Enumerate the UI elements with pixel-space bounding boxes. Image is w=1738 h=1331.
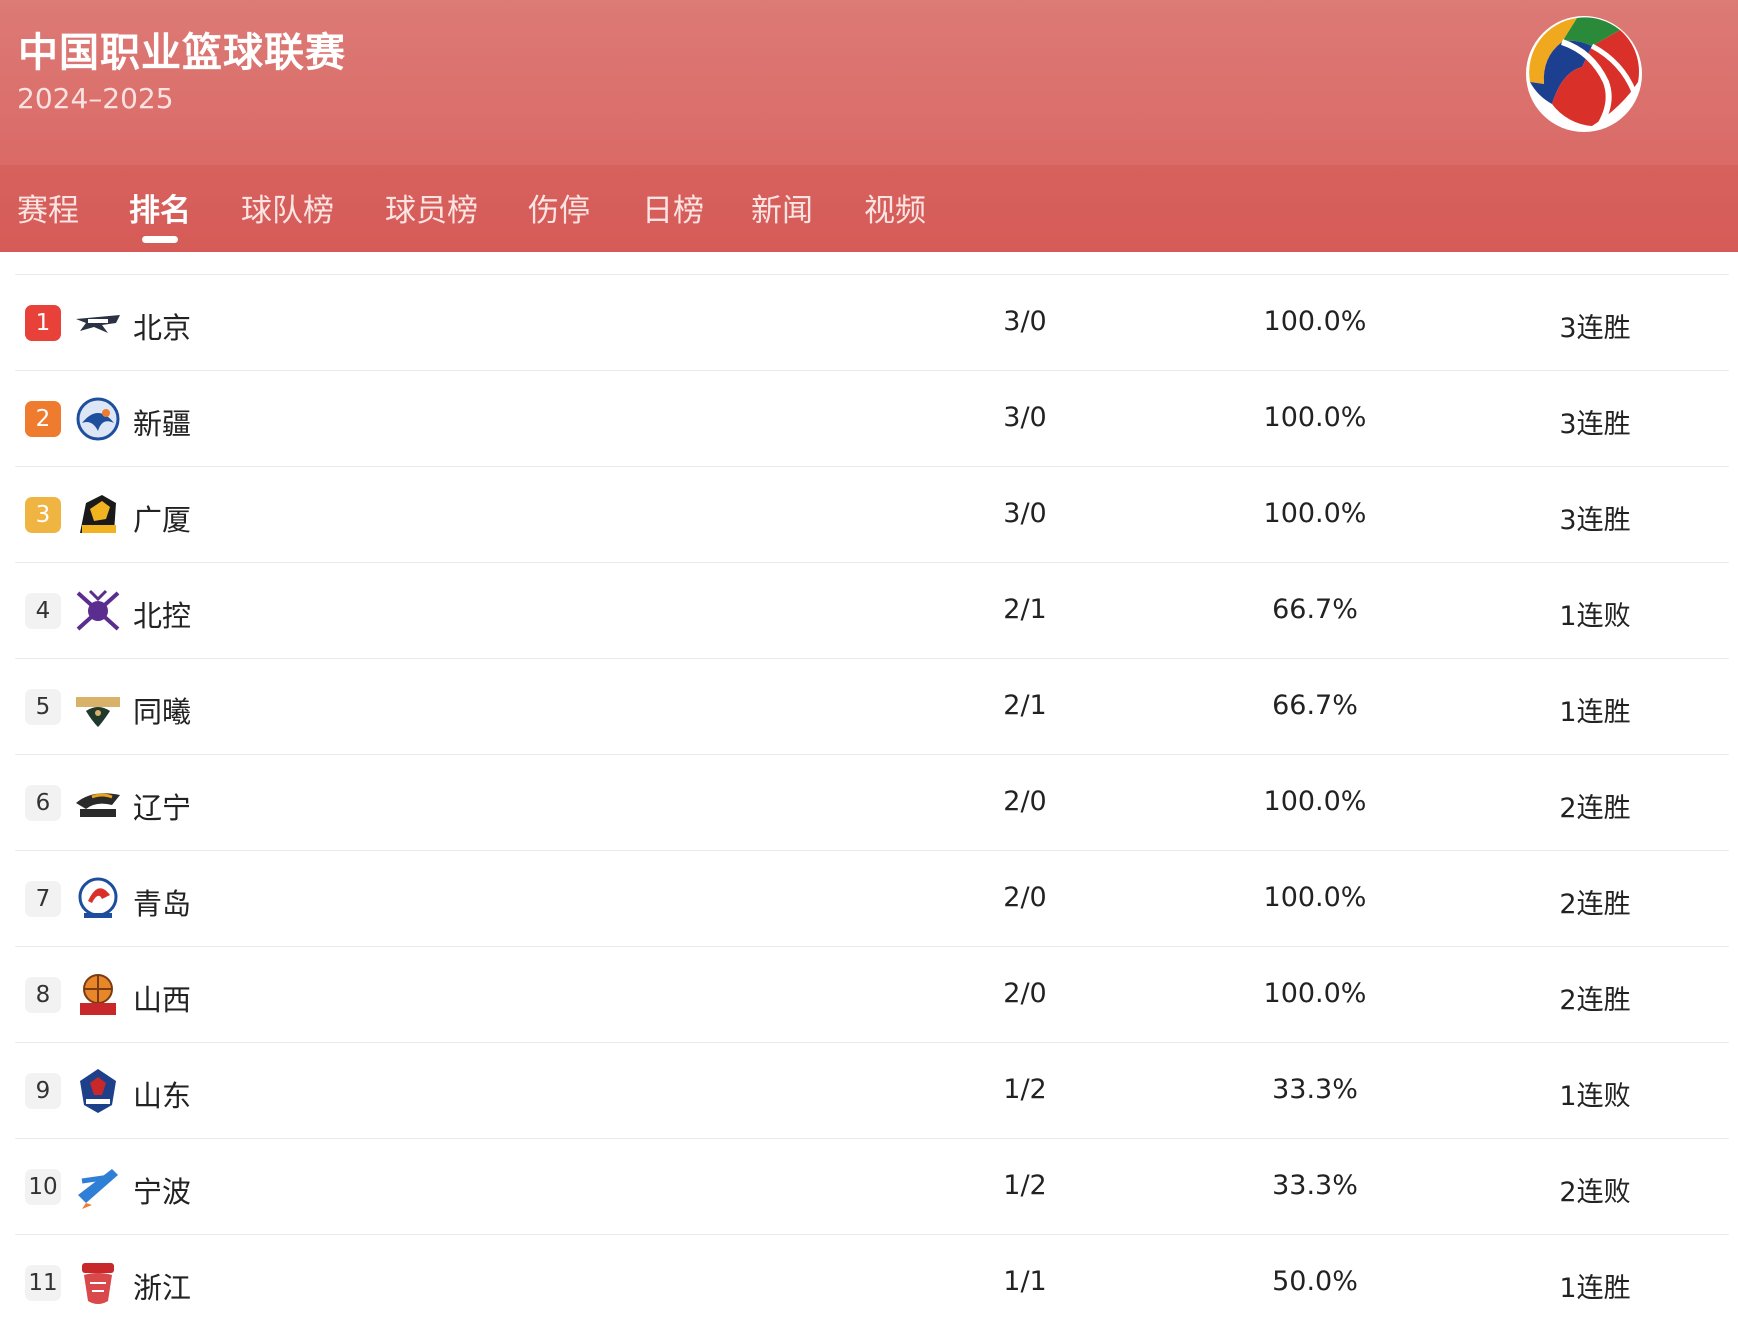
win-percentage: 66.7%	[1272, 594, 1358, 625]
rank-badge: 4	[25, 593, 61, 629]
zhejiang-logo-icon	[82, 1263, 114, 1304]
win-percentage: 100.0%	[1263, 786, 1367, 817]
team-name: 北控	[133, 599, 192, 633]
beijing-logo-icon	[76, 315, 120, 333]
rank-badge: 5	[25, 689, 61, 725]
win-percentage: 100.0%	[1263, 978, 1367, 1009]
tab-team-stats[interactable]: 球队榜	[241, 185, 334, 230]
win-loss-record: 1/1	[1003, 1266, 1047, 1297]
win-percentage: 100.0%	[1263, 306, 1367, 337]
xinjiang-logo-icon	[76, 397, 120, 441]
league-title: 中国职业篮球联赛	[18, 30, 346, 76]
win-loss-record: 3/0	[1003, 402, 1047, 433]
streak: 3连胜	[1559, 505, 1631, 536]
rank-badge: 10	[25, 1169, 61, 1205]
table-row[interactable]: 8 山西 2/0 100.0% 2连胜	[15, 946, 1729, 1043]
win-loss-record: 2/0	[1003, 882, 1047, 913]
rank-badge: 8	[25, 977, 61, 1013]
tab-news[interactable]: 新闻	[751, 185, 813, 230]
tab-player-stats[interactable]: 球员榜	[385, 185, 478, 230]
team-name: 北京	[133, 311, 192, 345]
rank-badge: 2	[25, 401, 61, 437]
rank-badge: 6	[25, 785, 61, 821]
nav-tabs: 赛程 排名 球队榜 球员榜 伤停 日榜 新闻 视频	[0, 165, 1738, 252]
shanxi-logo-icon	[80, 974, 116, 1015]
team-name: 辽宁	[133, 791, 192, 825]
table-row[interactable]: 2 新疆 3/0 100.0% 3连胜	[15, 370, 1729, 467]
season-label: 2024–2025	[17, 82, 174, 115]
streak: 2连胜	[1559, 889, 1631, 920]
liaoning-logo-icon	[76, 793, 120, 817]
win-percentage: 100.0%	[1263, 498, 1367, 529]
table-row[interactable]: 1 北京 3/0 100.0% 3连胜	[15, 274, 1729, 371]
win-loss-record: 2/1	[1003, 690, 1047, 721]
team-name: 青岛	[133, 887, 192, 921]
win-percentage: 33.3%	[1272, 1170, 1358, 1201]
win-loss-record: 2/0	[1003, 786, 1047, 817]
qingdao-logo-icon	[78, 877, 118, 918]
streak: 1连败	[1559, 1081, 1631, 1112]
table-row[interactable]: 6 辽宁 2/0 100.0% 2连胜	[15, 754, 1729, 851]
tab-daily-ranking[interactable]: 日榜	[642, 185, 704, 230]
win-loss-record: 2/0	[1003, 978, 1047, 1009]
team-name: 山东	[133, 1079, 192, 1113]
table-row[interactable]: 3 广厦 3/0 100.0% 3连胜	[15, 466, 1729, 563]
shandong-logo-icon	[80, 1069, 116, 1113]
table-row[interactable]: 7 青岛 2/0 100.0% 2连胜	[15, 850, 1729, 947]
team-name: 同曦	[133, 695, 192, 729]
rank-badge: 1	[25, 305, 61, 341]
win-percentage: 66.7%	[1272, 690, 1358, 721]
win-loss-record: 2/1	[1003, 594, 1047, 625]
tab-standings[interactable]: 排名	[129, 185, 191, 230]
rank-badge: 3	[25, 497, 61, 533]
streak: 3连胜	[1559, 409, 1631, 440]
win-percentage: 100.0%	[1263, 882, 1367, 913]
team-name: 宁波	[133, 1175, 192, 1209]
streak: 1连胜	[1559, 697, 1631, 728]
win-loss-record: 3/0	[1003, 498, 1047, 529]
tongxi-logo-icon	[76, 697, 120, 727]
table-row[interactable]: 4 北控 2/1 66.7% 1连败	[15, 562, 1729, 659]
streak: 1连胜	[1559, 1273, 1631, 1304]
active-tab-indicator	[142, 236, 178, 243]
win-loss-record: 1/2	[1003, 1074, 1047, 1105]
team-name: 山西	[133, 983, 192, 1017]
streak: 2连胜	[1559, 985, 1631, 1016]
win-percentage: 50.0%	[1272, 1266, 1358, 1297]
streak: 2连胜	[1559, 793, 1631, 824]
table-row[interactable]: 9 山东 1/2 33.3% 1连败	[15, 1042, 1729, 1139]
cba-logo-icon	[1526, 16, 1642, 132]
tab-videos[interactable]: 视频	[864, 185, 926, 230]
table-row[interactable]: 11 浙江 1/1 50.0% 1连胜	[15, 1234, 1729, 1331]
ningbo-logo-icon	[78, 1169, 118, 1209]
rank-badge: 9	[25, 1073, 61, 1109]
win-loss-record: 3/0	[1003, 306, 1047, 337]
table-row[interactable]: 10 宁波 1/2 33.3% 2连败	[15, 1138, 1729, 1235]
tab-injuries[interactable]: 伤停	[528, 185, 590, 230]
tab-schedule[interactable]: 赛程	[17, 185, 79, 230]
beikong-logo-icon	[76, 589, 120, 631]
team-name: 浙江	[133, 1271, 192, 1305]
rank-badge: 7	[25, 881, 61, 917]
team-name: 新疆	[133, 407, 192, 441]
team-name: 广厦	[133, 503, 192, 537]
guangsha-logo-icon	[80, 495, 116, 533]
win-percentage: 33.3%	[1272, 1074, 1358, 1105]
streak: 3连胜	[1559, 313, 1631, 344]
streak: 2连败	[1559, 1177, 1631, 1208]
table-row[interactable]: 5 同曦 2/1 66.7% 1连胜	[15, 658, 1729, 755]
streak: 1连败	[1559, 601, 1631, 632]
win-loss-record: 1/2	[1003, 1170, 1047, 1201]
win-percentage: 100.0%	[1263, 402, 1367, 433]
